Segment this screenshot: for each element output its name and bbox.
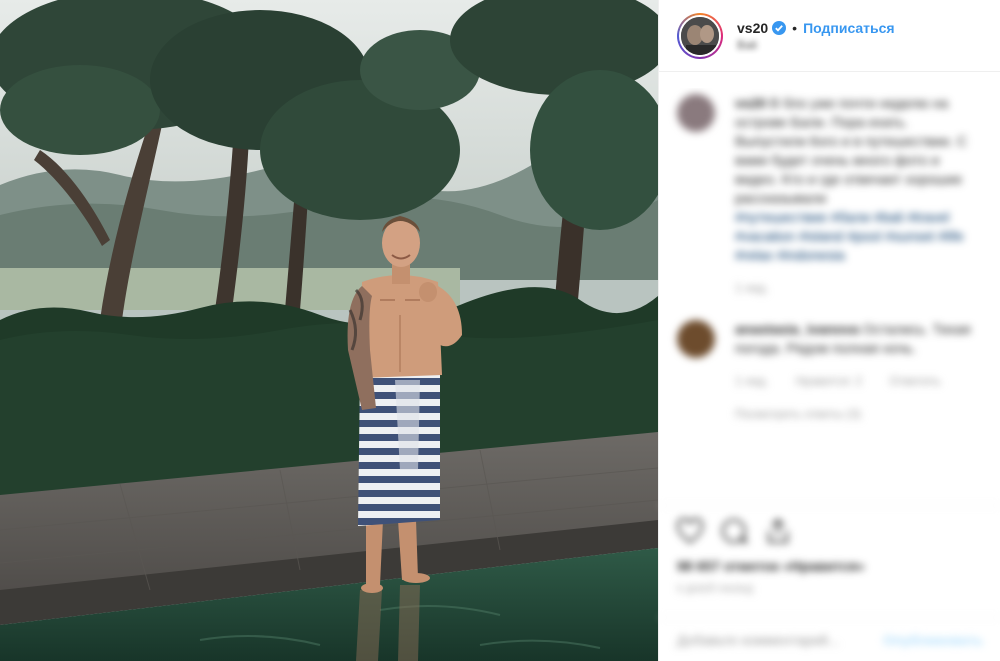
post-time: 5 ДНЕЙ НАЗАД: [677, 584, 754, 595]
comment-icon[interactable]: [719, 516, 749, 546]
comment-avatar[interactable]: [677, 320, 715, 358]
caption-meta: 1 нед.: [735, 279, 975, 298]
location-link[interactable]: Bali: [737, 38, 895, 52]
profile-avatar[interactable]: [677, 12, 723, 59]
comment-time: 1 нед.: [735, 374, 769, 388]
comment-meta: 1 нед. Нравится: 2 Ответить: [735, 372, 975, 391]
caption-avatar[interactable]: [677, 94, 715, 132]
separator-dot: •: [792, 19, 798, 36]
follow-button[interactable]: Подписаться: [803, 20, 895, 36]
action-icons: [659, 506, 1000, 556]
header-text: vs20 • Подписаться Bali: [737, 20, 895, 52]
comment-body: anastasia_ivanova Остались. Тихая погода…: [735, 320, 975, 424]
post-photo[interactable]: [0, 0, 658, 661]
comment-username[interactable]: anastasia_ivanova: [735, 321, 859, 337]
verified-badge-icon: [772, 20, 787, 35]
publish-button[interactable]: Опубликовать: [883, 632, 983, 648]
comment-row: anastasia_ivanova Остались. Тихая погода…: [659, 320, 1000, 424]
view-replies[interactable]: Посмотреть ответы (3): [735, 405, 975, 424]
username-link[interactable]: vs20: [737, 20, 768, 36]
post-header: vs20 • Подписаться Bali: [659, 0, 1000, 72]
caption-text: В бло уже почти неделю на острове Бали. …: [735, 95, 968, 206]
avatar-image: [679, 14, 721, 57]
heart-icon[interactable]: [675, 516, 705, 546]
comments-section[interactable]: vs20 В бло уже почти неделю на острове Б…: [659, 88, 1000, 498]
post-side-panel: vs20 • Подписаться Bali vs20 В бло уже п…: [658, 0, 1000, 661]
caption-hashtags[interactable]: #путешествие #бали #bali #travel #vacati…: [735, 208, 975, 265]
caption-username[interactable]: vs20: [735, 95, 766, 111]
header-row: vs20 • Подписаться: [737, 20, 895, 36]
add-comment-input[interactable]: Добавьте комментарий...: [677, 632, 839, 648]
caption-row: vs20 В бло уже почти неделю на острове Б…: [659, 94, 1000, 298]
view-replies-label[interactable]: Посмотреть ответы (3): [735, 407, 861, 421]
photo-illustration: [0, 0, 658, 661]
comment-reply-button[interactable]: Ответить: [889, 374, 940, 388]
caption-body: vs20 В бло уже почти неделю на острове Б…: [735, 94, 975, 298]
likes-count[interactable]: 98 657 отметок «Нравится»: [659, 556, 1000, 576]
comment-likes[interactable]: Нравится: 2: [796, 374, 862, 388]
caption-time: 1 нед.: [735, 281, 769, 295]
add-comment-bar: Добавьте комментарий... Опубликовать: [659, 617, 1000, 661]
share-icon[interactable]: [763, 516, 793, 546]
